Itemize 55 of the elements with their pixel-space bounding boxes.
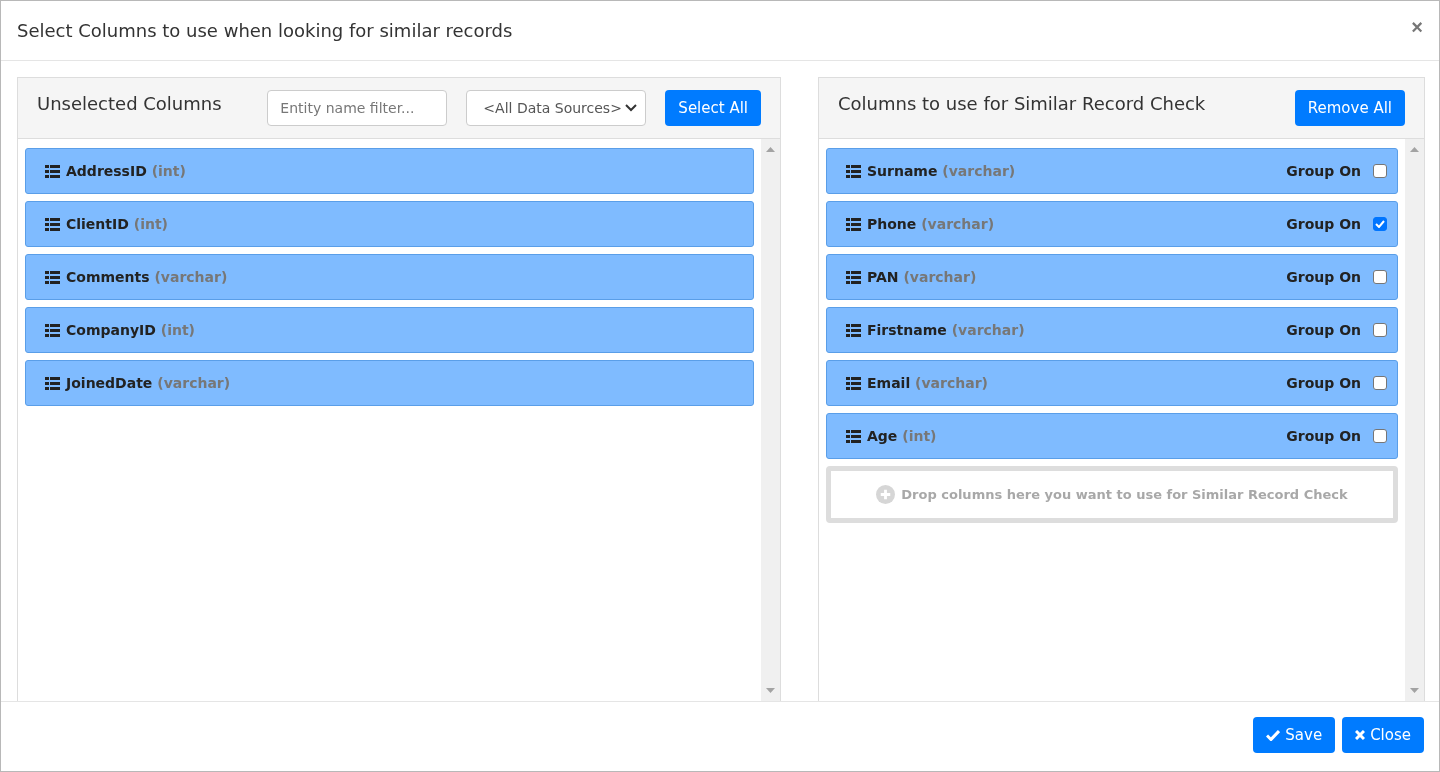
group-on-checkbox[interactable] bbox=[1373, 429, 1387, 443]
group-on-label: Group On bbox=[1286, 216, 1361, 232]
column-item[interactable]: Comments (varchar) bbox=[25, 254, 754, 300]
plus-circle-icon bbox=[876, 485, 896, 504]
filter-field[interactable]: Entity name filter... bbox=[267, 90, 448, 126]
panel-title: Unselected Columns bbox=[37, 92, 222, 114]
scroll-up-arrow-icon[interactable] bbox=[766, 147, 775, 152]
list-icon bbox=[45, 270, 60, 284]
dialog-title: Select Columns to use when looking for similar records bbox=[17, 20, 513, 41]
group-on-checkbox[interactable] bbox=[1373, 323, 1387, 337]
list-icon bbox=[846, 323, 861, 337]
list-icon bbox=[846, 429, 861, 443]
data-source-select[interactable]: <All Data Sources> bbox=[466, 90, 647, 126]
list-icon bbox=[45, 376, 60, 390]
column-item[interactable]: Age (int) Group On bbox=[826, 413, 1398, 459]
column-item[interactable]: JoinedDate (varchar) bbox=[25, 360, 754, 406]
list-icon bbox=[45, 217, 60, 231]
column-item[interactable]: Email (varchar) Group On bbox=[826, 360, 1398, 406]
column-item[interactable]: ClientID (int) bbox=[25, 201, 754, 247]
select-all-button[interactable]: Select All bbox=[665, 90, 761, 126]
group-on-label: Group On bbox=[1286, 375, 1361, 391]
close-button[interactable]: × bbox=[1407, 16, 1427, 39]
remove-all-button[interactable]: Remove All bbox=[1294, 90, 1405, 126]
group-on-label: Group On bbox=[1286, 428, 1361, 444]
column-item[interactable]: Surname (varchar) Group On bbox=[826, 148, 1398, 194]
column-item[interactable]: CompanyID (int) bbox=[25, 307, 754, 353]
group-on-checkbox[interactable] bbox=[1373, 270, 1387, 284]
list-icon bbox=[45, 323, 60, 337]
group-on-label: Group On bbox=[1286, 322, 1361, 338]
chevron-down-icon bbox=[625, 104, 638, 112]
scrollbar[interactable] bbox=[761, 139, 780, 701]
group-on-checkbox[interactable] bbox=[1373, 217, 1387, 231]
scrollbar[interactable] bbox=[1405, 139, 1424, 701]
list-icon bbox=[846, 164, 861, 178]
column-item[interactable]: Phone (varchar) Group On bbox=[826, 201, 1398, 247]
list-icon bbox=[846, 217, 861, 231]
close-dialog-button[interactable]: Close bbox=[1342, 717, 1424, 753]
list-icon bbox=[45, 164, 60, 178]
scroll-down-arrow-icon[interactable] bbox=[1410, 688, 1419, 693]
column-item[interactable]: Firstname (varchar) Group On bbox=[826, 307, 1398, 353]
group-on-label: Group On bbox=[1286, 269, 1361, 285]
drop-hint: Drop columns here you want to use for Similar Record Check bbox=[901, 487, 1348, 502]
scroll-down-arrow-icon[interactable] bbox=[766, 688, 775, 693]
close-icon bbox=[1355, 730, 1366, 740]
panel-title: Columns to use for Similar Record Check bbox=[838, 92, 1206, 114]
group-on-checkbox[interactable] bbox=[1373, 164, 1387, 178]
list-icon bbox=[846, 376, 861, 390]
save-button[interactable]: Save bbox=[1253, 717, 1336, 753]
scroll-up-arrow-icon[interactable] bbox=[1410, 147, 1419, 152]
column-item[interactable]: AddressID (int) bbox=[25, 148, 754, 194]
group-on-label: Group On bbox=[1286, 163, 1361, 179]
check-icon bbox=[1266, 729, 1281, 741]
column-item[interactable]: PAN (varchar) Group On bbox=[826, 254, 1398, 300]
list-icon bbox=[846, 270, 861, 284]
group-on-checkbox[interactable] bbox=[1373, 376, 1387, 390]
